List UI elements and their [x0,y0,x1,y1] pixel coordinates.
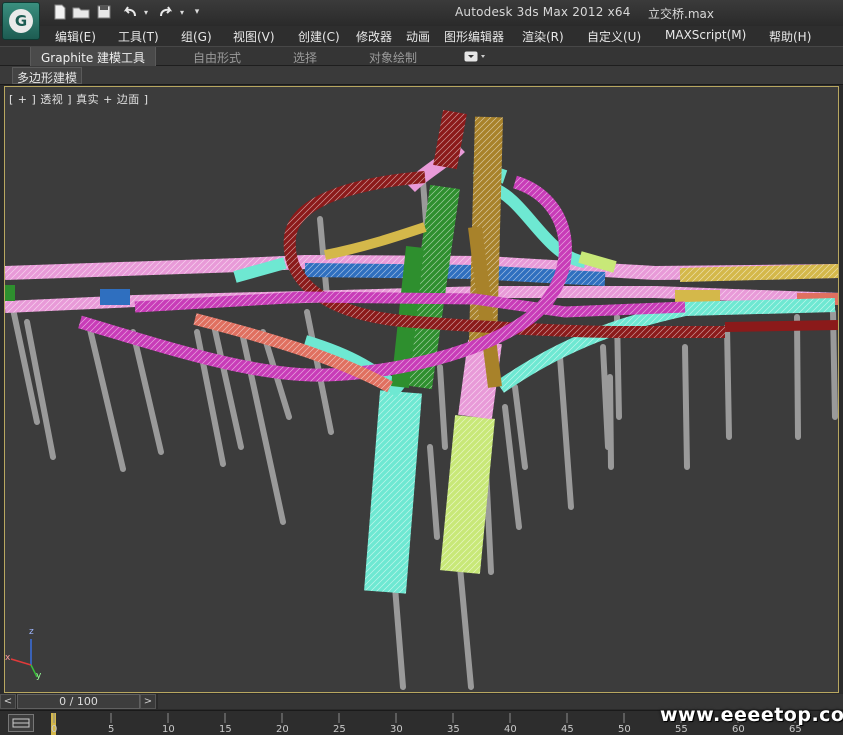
timeline-tick: 30 [390,724,403,735]
redo-dropdown-icon[interactable]: ▾ [178,3,186,21]
app-title: Autodesk 3ds Max 2012 x64 [455,5,631,19]
menu-modifiers[interactable]: 修改器 [356,28,392,45]
axis-gizmo-icon [10,639,38,678]
timeline-tick: 0 [51,724,58,735]
menu-graph-editors[interactable]: 图形编辑器 [444,28,504,45]
viewport-label-menu[interactable]: [ + ] 透视 ] 真实 + 边面 ] [9,91,149,107]
title-bar: ▾ ▾ ▾ Autodesk 3ds Max 2012 x64 立交桥.max [0,0,843,26]
timeline-tick: 25 [333,724,346,735]
3dsmax-logo-icon: G [9,9,33,33]
menu-rendering[interactable]: 渲染(R) [522,28,564,45]
undo-icon[interactable] [120,3,140,21]
redo-icon[interactable] [156,3,176,21]
menu-views[interactable]: 视图(V) [233,28,275,45]
open-folder-icon[interactable] [72,3,90,21]
timeline-tick: 15 [219,724,232,735]
menu-maxscript[interactable]: MAXScript(M) [665,28,746,42]
ribbon-panel-bar: 多边形建模 [0,66,843,85]
menu-help[interactable]: 帮助(H) [769,28,811,45]
axis-x-label: x [5,653,11,663]
ribbon-options-icon[interactable] [464,50,486,63]
watermark-text: www.eeeetop.com [660,704,843,726]
time-slider-prev-button[interactable]: < [0,694,16,709]
ribbon-tab-bar: Graphite 建模工具 自由形式 选择 对象绘制 [0,46,843,66]
menu-group[interactable]: 组(G) [181,28,212,45]
menu-tools[interactable]: 工具(T) [118,28,159,45]
timeline-tick: 20 [276,724,289,735]
timeline-tick: 50 [618,724,631,735]
menu-animation[interactable]: 动画 [406,28,430,45]
timeline-tick: 40 [504,724,517,735]
menu-create[interactable]: 创建(C) [298,28,340,45]
timeline-tick: 10 [162,724,175,735]
timeline-tick: 5 [108,724,115,735]
save-icon[interactable] [96,3,112,21]
application-menu-button[interactable]: G [2,2,40,40]
polygon-modeling-panel[interactable]: 多边形建模 [12,67,83,85]
menu-bar: 编辑(E) 工具(T) 组(G) 视图(V) 创建(C) 修改器 动画 图形编辑… [0,26,843,46]
perspective-viewport[interactable]: [ + ] 透视 ] 真实 + 边面 ] z x y [4,86,839,693]
customize-quick-access-icon[interactable]: ▾ [191,3,203,21]
tab-freeform[interactable]: 自由形式 [193,49,241,66]
menu-edit[interactable]: 编辑(E) [55,28,96,45]
axis-y-label: y [36,671,42,681]
interchange-model [5,109,838,690]
time-slider-next-button[interactable]: > [140,694,156,709]
tab-object-paint[interactable]: 对象绘制 [369,49,417,66]
tab-selection[interactable]: 选择 [293,49,317,66]
file-name: 立交桥.max [648,7,714,21]
undo-dropdown-icon[interactable]: ▾ [142,3,150,21]
new-file-icon[interactable] [52,3,68,21]
tab-graphite-modeling-tools[interactable]: Graphite 建模工具 [30,47,157,66]
timeline-tick: 35 [447,724,460,735]
time-slider[interactable]: 0 / 100 [17,694,140,709]
menu-customize[interactable]: 自定义(U) [587,28,641,45]
axis-z-label: z [29,627,34,637]
timeline-tick: 45 [561,724,574,735]
